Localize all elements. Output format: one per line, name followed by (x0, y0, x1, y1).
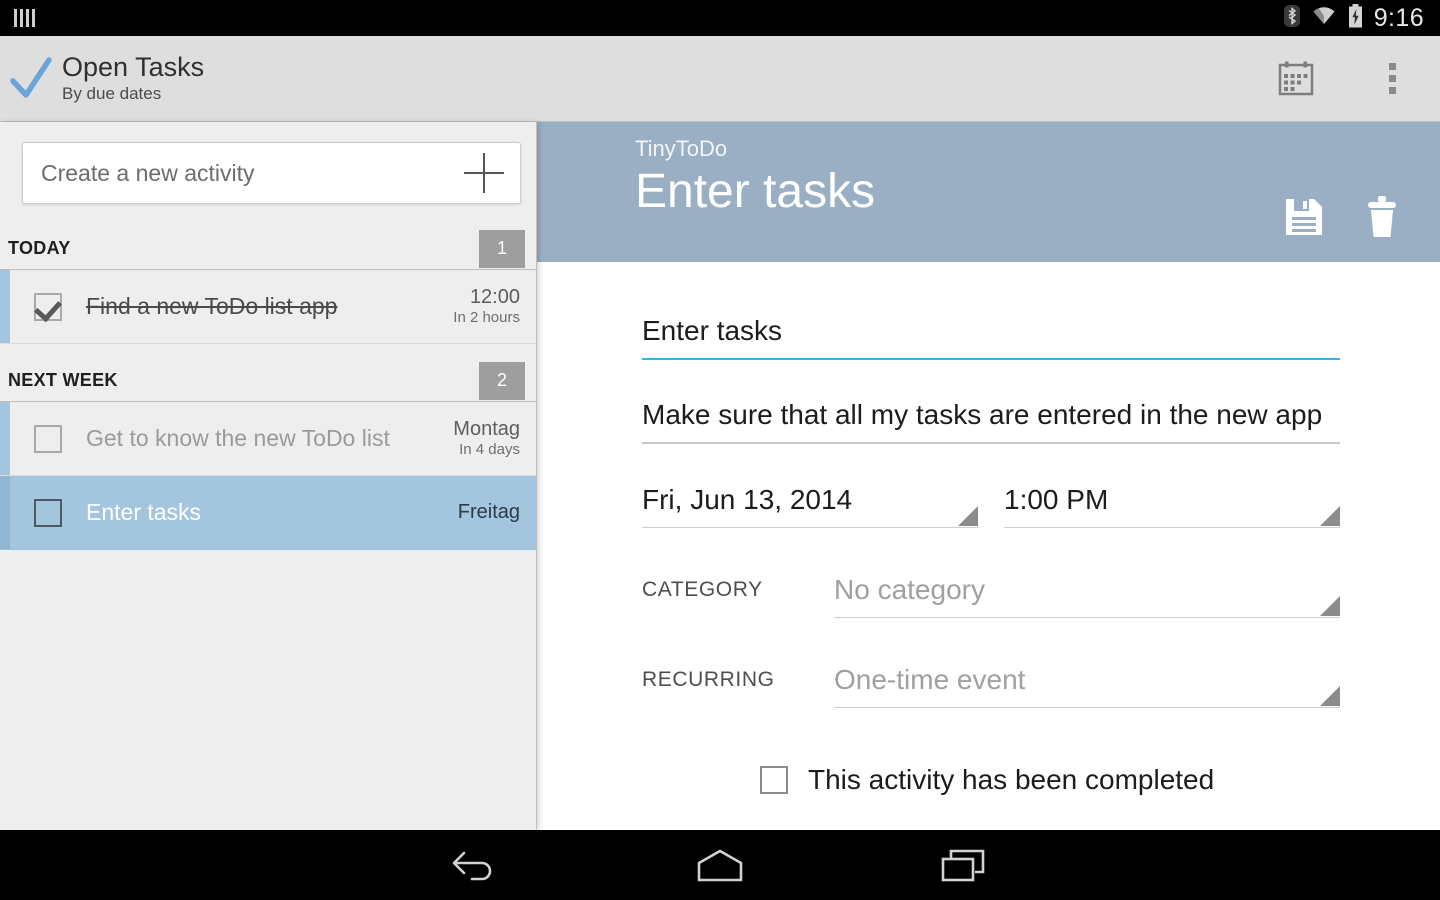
completed-row[interactable]: This activity has been completed (642, 764, 1340, 796)
task-title-input[interactable]: Enter tasks (642, 304, 1340, 360)
row-meta: 12:00 In 2 hours (453, 286, 520, 327)
detail-header-actions (1284, 136, 1400, 243)
task-list-panel: Create a new activity TODAY 1 Find a new… (0, 122, 537, 830)
detail-header: TinyToDo Enter tasks (537, 122, 1440, 262)
status-bar: 9:16 (0, 0, 1440, 36)
section-label: TODAY (8, 238, 71, 258)
table-row[interactable]: Enter tasks Freitag (0, 476, 536, 550)
back-button[interactable] (354, 845, 598, 885)
row-checkbox[interactable] (34, 424, 62, 453)
calendar-button[interactable] (1248, 36, 1344, 122)
save-button[interactable] (1284, 197, 1324, 242)
calendar-icon (1278, 61, 1314, 95)
status-bar-clock: 9:16 (1373, 3, 1424, 32)
due-time-spinner[interactable]: 1:00 PM (1004, 472, 1340, 528)
section-count-badge: 1 (479, 229, 525, 268)
overflow-menu-icon (1388, 63, 1396, 94)
row-accent-bar (0, 402, 10, 475)
page-subtitle: By due dates (62, 84, 162, 104)
row-checkbox[interactable] (34, 498, 62, 527)
action-bar-actions (1248, 36, 1440, 122)
bluetooth-icon (1283, 4, 1300, 33)
row-accent-bar (0, 270, 10, 343)
row-title: Get to know the new ToDo list (86, 425, 390, 451)
table-row[interactable]: Find a new ToDo list app 12:00 In 2 hour… (0, 270, 536, 344)
row-relative-time: In 4 days (459, 441, 520, 458)
task-description-input[interactable]: Make sure that all my tasks are entered … (642, 388, 1340, 444)
task-detail-panel: TinyToDo Enter tasks Enter tasks Make su… (537, 122, 1440, 830)
navigation-bar (0, 830, 1440, 900)
recurring-label: RECURRING (642, 668, 775, 691)
row-meta: Freitag (458, 501, 520, 524)
checkmark-logo-icon (10, 56, 52, 98)
status-bar-system-icons[interactable]: 9:16 (1283, 3, 1440, 33)
section-count-badge: 2 (479, 361, 525, 400)
status-bar-notifications[interactable] (0, 9, 35, 27)
category-label: CATEGORY (642, 578, 763, 601)
completed-checkbox[interactable] (760, 766, 788, 794)
save-icon (1286, 199, 1322, 235)
action-bar: Open Tasks By due dates (0, 36, 1440, 122)
content-area: Create a new activity TODAY 1 Find a new… (0, 122, 1440, 830)
datetime-row: Fri, Jun 13, 2014 1:00 PM (642, 472, 1340, 528)
row-relative-time: In 2 hours (453, 309, 520, 326)
recurring-spinner[interactable]: One-time event (834, 652, 1340, 708)
row-checkbox[interactable] (34, 292, 62, 321)
recents-button[interactable] (842, 847, 1086, 883)
add-activity-icon[interactable] (464, 153, 504, 193)
row-accent-bar (0, 476, 10, 549)
back-icon (452, 851, 492, 881)
android-screen: 9:16 Open Tasks By due dates Create a ne… (0, 0, 1440, 900)
row-title: Enter tasks (86, 499, 202, 525)
section-header-next-week: NEXT WEEK 2 (0, 360, 536, 402)
home-button[interactable] (598, 847, 842, 883)
section-header-today: TODAY 1 (0, 228, 536, 270)
row-due-time: 12:00 (469, 286, 520, 308)
delete-button[interactable] (1364, 196, 1400, 243)
row-due-time: Montag (453, 418, 520, 440)
app-logo[interactable] (0, 54, 62, 104)
row-meta: Montag In 4 days (453, 418, 520, 459)
overflow-menu-button[interactable] (1344, 36, 1440, 122)
completed-label: This activity has been completed (808, 764, 1215, 795)
battery-charging-icon (1348, 3, 1363, 33)
detail-header-titles: TinyToDo Enter tasks (635, 136, 875, 221)
recents-icon (941, 849, 985, 882)
detail-app-name: TinyToDo (635, 136, 728, 161)
action-bar-titles: Open Tasks By due dates (62, 52, 204, 104)
table-row[interactable]: Get to know the new ToDo list Montag In … (0, 402, 536, 476)
delete-icon (1368, 196, 1396, 237)
category-row: CATEGORY No category (642, 562, 1340, 618)
wifi-icon (1311, 6, 1337, 31)
new-activity-input[interactable]: Create a new activity (41, 160, 464, 187)
task-form: Enter tasks Make sure that all my tasks … (537, 262, 1440, 830)
section-label: NEXT WEEK (8, 370, 118, 390)
row-title: Find a new ToDo list app (86, 293, 338, 319)
recurring-row: RECURRING One-time event (642, 652, 1340, 708)
detail-title: Enter tasks (635, 165, 876, 219)
notification-bars-icon (14, 9, 35, 27)
category-spinner[interactable]: No category (834, 562, 1340, 618)
due-date-spinner[interactable]: Fri, Jun 13, 2014 (642, 472, 978, 528)
page-title: Open Tasks (62, 52, 205, 83)
row-due-time: Freitag (457, 501, 520, 523)
new-activity-wrap: Create a new activity (0, 122, 536, 204)
home-icon (697, 849, 743, 882)
new-activity-field[interactable]: Create a new activity (22, 142, 521, 204)
